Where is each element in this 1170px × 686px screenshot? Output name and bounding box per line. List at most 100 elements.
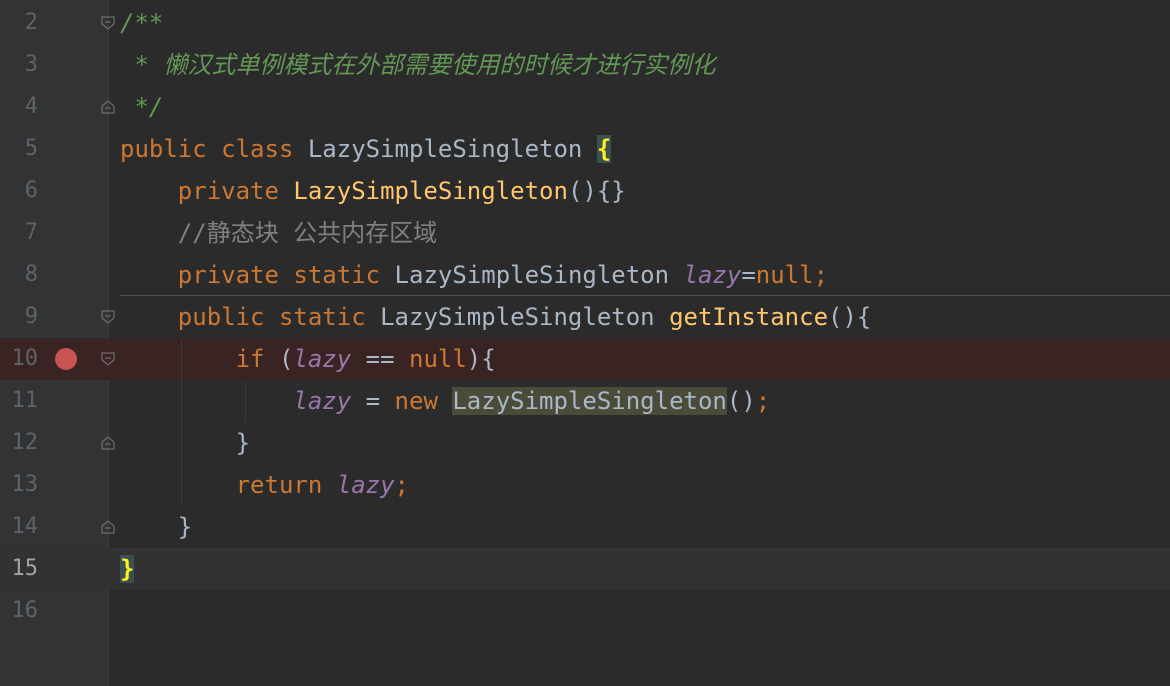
code-line[interactable]: 6 private LazySimpleSingleton(){} [0,170,1170,212]
gutter-cell[interactable]: 10 [0,338,115,380]
line-number: 16 [11,598,39,623]
gutter-cell[interactable]: 11 [0,380,108,422]
code-token: LazySimpleSingleton [307,135,597,163]
code-line[interactable]: 15} [0,548,1170,590]
code-line[interactable]: 16 [0,590,1170,632]
code-text[interactable]: private static LazySimpleSingleton lazy=… [120,260,828,290]
line-number: 7 [24,220,38,245]
gutter-cell[interactable]: 4 [0,86,115,128]
code-token: ; [394,471,409,499]
code-line[interactable]: 14 } [0,506,1170,548]
code-line[interactable]: 8 private static LazySimpleSingleton laz… [0,254,1170,296]
code-token: { [596,135,612,163]
code-token: null; [755,261,829,289]
line-number: 15 [11,556,39,581]
code-token: ){ [466,345,496,373]
code-text[interactable]: */ [120,92,163,122]
gutter-cell[interactable]: 8 [0,254,108,296]
code-token: lazy [336,471,395,499]
gutter-cell[interactable]: 3 [0,44,108,86]
code-token: (){ [828,303,872,331]
gutter-cell[interactable]: 15 [0,548,108,590]
code-token: = [741,261,756,289]
gutter-cell[interactable]: 2 [0,2,115,44]
line-number: 9 [24,304,38,329]
code-token: lazy [293,345,352,373]
code-token: /** [120,9,164,37]
code-line[interactable]: 9 public static LazySimpleSingleton getI… [0,296,1170,338]
code-line[interactable]: 13 return lazy; [0,464,1170,506]
code-token: LazySimpleSingleton [293,177,568,205]
line-number: 13 [11,472,39,497]
code-token: public static [120,303,381,331]
code-token: new [394,387,453,415]
line-number: 8 [24,262,38,287]
gutter-cell[interactable]: 14 [0,506,115,548]
gutter-cell[interactable]: 12 [0,422,115,464]
fold-end-icon[interactable] [100,519,116,535]
fold-end-icon[interactable] [100,435,116,451]
gutter-cell[interactable]: 13 [0,464,108,506]
code-token: */ [120,93,164,121]
gutter-cell[interactable]: 9 [0,296,115,338]
line-number: 2 [24,10,38,35]
code-text[interactable]: } [120,428,250,458]
line-number: 14 [11,514,39,539]
code-text[interactable]: private LazySimpleSingleton(){} [120,176,626,206]
line-number: 6 [24,178,38,203]
line-number: 4 [24,94,38,119]
code-token: == [351,345,409,373]
code-token: lazy [293,387,352,415]
code-text[interactable]: lazy = new LazySimpleSingleton(); [120,386,770,416]
code-token: return [120,471,337,499]
code-text[interactable]: if (lazy == null){ [120,344,496,374]
fold-end-icon[interactable] [100,99,116,115]
code-token: private static [120,261,395,289]
code-line[interactable]: 3 * 懒汉式单例模式在外部需要使用的时候才进行实例化 [0,44,1170,86]
code-token: (){} [567,177,626,205]
indent-guide [181,340,182,505]
code-text[interactable]: } [120,512,192,542]
code-token: public class [120,135,308,163]
code-token: getInstance [669,303,829,331]
code-token: LazySimpleSingleton [452,387,727,415]
code-line[interactable]: 10 if (lazy == null){ [0,338,1170,380]
code-editor[interactable]: 2/** 3 * 懒汉式单例模式在外部需要使用的时候才进行实例化 4 */5 publ… [0,0,1170,686]
code-token: LazySimpleSingleton [380,303,670,331]
code-text[interactable]: /** [120,8,163,38]
code-line[interactable]: 12 } [0,422,1170,464]
gutter-cell[interactable]: 7 [0,212,108,254]
code-token: } [120,513,193,541]
code-text[interactable]: public class LazySimpleSingleton { [120,134,612,164]
code-token: } [120,555,135,583]
code-token: null [409,345,467,373]
code-line[interactable]: 4 */ [0,86,1170,128]
code-text[interactable]: return lazy; [120,470,409,500]
code-line[interactable]: 5 public class LazySimpleSingleton { [0,128,1170,170]
gutter-cell[interactable]: 6 [0,170,108,212]
code-token: ; [755,387,771,415]
code-text[interactable]: public static LazySimpleSingleton getIns… [120,302,872,332]
fold-start-icon[interactable] [100,15,116,31]
code-line[interactable]: 7 //静态块 公共内存区域 [0,212,1170,254]
code-token: if [120,345,279,373]
code-text[interactable]: } [120,554,135,584]
code-line[interactable]: 11 lazy = new LazySimpleSingleton(); [0,380,1170,422]
line-number: 5 [24,136,38,161]
method-separator [120,295,1170,296]
code-token: ( [278,345,294,373]
code-text[interactable]: //静态块 公共内存区域 [120,218,437,248]
fold-start-icon[interactable] [100,351,116,367]
breakpoint-icon[interactable] [55,348,77,370]
code-token: LazySimpleSingleton [394,261,684,289]
line-number: 10 [11,346,39,371]
gutter-cell[interactable]: 16 [0,590,108,632]
code-line[interactable]: 2 /** [0,2,1170,44]
code-token: = [351,387,395,415]
code-token: lazy [683,261,742,289]
code-token: } [120,429,251,457]
fold-start-icon[interactable] [100,309,116,325]
code-text[interactable]: * 懒汉式单例模式在外部需要使用的时候才进行实例化 [120,50,715,80]
gutter-cell[interactable]: 5 [0,128,108,170]
